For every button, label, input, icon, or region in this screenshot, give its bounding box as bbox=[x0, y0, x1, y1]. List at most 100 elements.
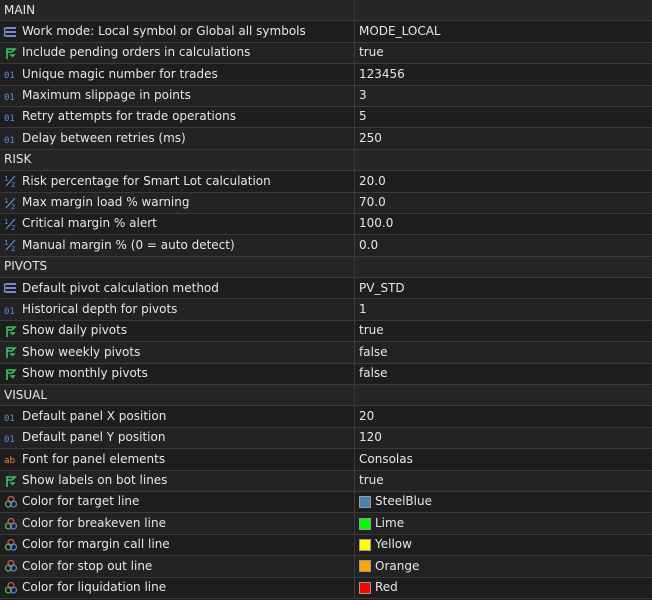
section-value-empty bbox=[355, 150, 652, 170]
property-row[interactable]: Color for stop out line Orange bbox=[0, 556, 652, 578]
property-value-cell[interactable]: true bbox=[355, 321, 652, 341]
property-row[interactable]: 01 Delay between retries (ms) 250 bbox=[0, 128, 652, 150]
property-row[interactable]: 01 Retry attempts for trade operations 5 bbox=[0, 106, 652, 129]
property-name-cell: 01 Default panel Y position bbox=[0, 427, 355, 449]
property-value-cell[interactable]: Consolas bbox=[355, 449, 652, 469]
property-row[interactable]: Color for margin call line Yellow bbox=[0, 534, 652, 557]
color-swatch[interactable] bbox=[359, 560, 371, 573]
property-value-cell[interactable]: false bbox=[355, 364, 652, 384]
property-value: false bbox=[359, 344, 388, 359]
property-value-cell[interactable]: 1 bbox=[355, 299, 652, 319]
property-value-cell[interactable]: 70.0 bbox=[355, 193, 652, 213]
property-row[interactable]: Default pivot calculation method PV_STD bbox=[0, 278, 652, 300]
property-value: 100.0 bbox=[359, 216, 394, 231]
property-value-cell[interactable]: true bbox=[355, 471, 652, 491]
section-header[interactable]: MAIN bbox=[0, 0, 652, 22]
section-header[interactable]: VISUAL bbox=[0, 385, 652, 407]
property-value: Lime bbox=[375, 515, 405, 530]
property-name: Include pending orders in calculations bbox=[22, 45, 251, 60]
property-name-cell: Color for target line bbox=[0, 491, 355, 513]
property-value: 0.0 bbox=[359, 237, 379, 252]
property-row[interactable]: 1 2 Critical margin % alert 100.0 bbox=[0, 213, 652, 236]
section-header[interactable]: RISK bbox=[0, 149, 652, 172]
property-value-cell[interactable]: 20.0 bbox=[355, 171, 652, 191]
section-label: PIVOTS bbox=[0, 256, 355, 278]
property-name-cell: Color for breakeven line bbox=[0, 513, 355, 534]
double-icon: 12 bbox=[4, 174, 18, 188]
property-value-cell[interactable]: Red bbox=[355, 578, 652, 598]
property-row[interactable]: Color for target line SteelBlue bbox=[0, 491, 652, 514]
property-row[interactable]: 1 2 Max margin load % warning 70.0 bbox=[0, 192, 652, 214]
property-name: Color for breakeven line bbox=[22, 515, 166, 530]
property-row[interactable]: Show labels on bot lines true bbox=[0, 470, 652, 492]
property-row[interactable]: Color for breakeven line Lime bbox=[0, 513, 652, 535]
bool-icon bbox=[4, 345, 18, 359]
property-row[interactable]: 01 Unique magic number for trades 123456 bbox=[0, 64, 652, 86]
svg-text:2: 2 bbox=[11, 245, 15, 252]
property-row[interactable]: 01 Default panel Y position 120 bbox=[0, 427, 652, 450]
color-icon bbox=[4, 581, 18, 595]
property-value-cell[interactable]: 120 bbox=[355, 428, 652, 448]
property-value: Consolas bbox=[359, 451, 413, 466]
property-row[interactable]: ab Font for panel elements Consolas bbox=[0, 449, 652, 471]
color-icon bbox=[4, 495, 18, 509]
property-row[interactable]: Work mode: Local symbol or Global all sy… bbox=[0, 21, 652, 43]
property-value-cell[interactable]: PV_STD bbox=[355, 278, 652, 298]
property-value-cell[interactable]: 250 bbox=[355, 128, 652, 148]
svg-text:01: 01 bbox=[4, 114, 15, 124]
section-label: RISK bbox=[0, 149, 355, 171]
property-row[interactable]: Show daily pivots true bbox=[0, 320, 652, 343]
svg-text:01: 01 bbox=[4, 71, 15, 81]
color-swatch[interactable] bbox=[359, 517, 371, 530]
property-value: SteelBlue bbox=[375, 494, 432, 509]
property-row[interactable]: Show weekly pivots false bbox=[0, 342, 652, 364]
property-value-cell[interactable]: MODE_LOCAL bbox=[355, 21, 652, 41]
property-name: Font for panel elements bbox=[22, 451, 166, 466]
property-name: Default panel Y position bbox=[22, 430, 166, 445]
property-value-cell[interactable]: 100.0 bbox=[355, 214, 652, 234]
color-swatch[interactable] bbox=[359, 496, 371, 509]
svg-text:2: 2 bbox=[11, 203, 15, 210]
property-name-cell: Show monthly pivots bbox=[0, 363, 355, 385]
property-value: 20 bbox=[359, 408, 375, 423]
property-row[interactable]: 1 2 Manual margin % (0 = auto detect) 0.0 bbox=[0, 235, 652, 257]
section-header[interactable]: PIVOTS bbox=[0, 256, 652, 279]
property-value: Yellow bbox=[375, 537, 412, 552]
svg-text:01: 01 bbox=[4, 414, 15, 424]
property-row[interactable]: Include pending orders in calculations tr… bbox=[0, 42, 652, 65]
property-value-cell[interactable]: false bbox=[355, 342, 652, 362]
property-value: PV_STD bbox=[359, 280, 405, 295]
color-swatch[interactable] bbox=[359, 538, 371, 551]
property-value: 70.0 bbox=[359, 195, 386, 210]
property-value-cell[interactable]: true bbox=[355, 43, 652, 63]
property-value-cell[interactable]: 123456 bbox=[355, 64, 652, 84]
property-row[interactable]: 01 Default panel X position 20 bbox=[0, 406, 652, 428]
property-value-cell[interactable]: 0.0 bbox=[355, 235, 652, 255]
property-name-cell: 1 2 Risk percentage for Smart Lot calculat… bbox=[0, 171, 355, 192]
property-value: true bbox=[359, 323, 384, 338]
property-name-cell: Show daily pivots bbox=[0, 320, 355, 342]
property-name-cell: 01 Historical depth for pivots bbox=[0, 299, 355, 320]
property-value-cell[interactable]: Lime bbox=[355, 513, 652, 533]
property-name: Delay between retries (ms) bbox=[22, 130, 186, 145]
property-row[interactable]: Show monthly pivots false bbox=[0, 363, 652, 386]
property-value-cell[interactable]: 5 bbox=[355, 107, 652, 127]
property-value-cell[interactable]: Orange bbox=[355, 556, 652, 576]
property-name-cell: Show weekly pivots bbox=[0, 342, 355, 363]
property-value-cell[interactable]: 3 bbox=[355, 86, 652, 106]
color-swatch[interactable] bbox=[359, 581, 371, 594]
enum-icon bbox=[4, 25, 18, 39]
property-name: Default pivot calculation method bbox=[22, 280, 219, 295]
properties-grid: MAIN Work mode: Local symbol or Global al… bbox=[0, 0, 652, 599]
property-row[interactable]: Color for liquidation line Red bbox=[0, 577, 652, 599]
property-name-cell: 1 2 Manual margin % (0 = auto detect) bbox=[0, 235, 355, 256]
property-row[interactable]: 01 Historical depth for pivots 1 bbox=[0, 299, 652, 321]
property-row[interactable]: 01 Maximum slippage in points 3 bbox=[0, 85, 652, 107]
property-name-cell: Default pivot calculation method bbox=[0, 278, 355, 299]
svg-text:1: 1 bbox=[4, 197, 8, 205]
svg-text:2: 2 bbox=[11, 181, 15, 188]
property-value-cell[interactable]: Yellow bbox=[355, 535, 652, 555]
property-value-cell[interactable]: SteelBlue bbox=[355, 492, 652, 512]
property-value-cell[interactable]: 20 bbox=[355, 406, 652, 426]
property-row[interactable]: 1 2 Risk percentage for Smart Lot calculat… bbox=[0, 171, 652, 193]
